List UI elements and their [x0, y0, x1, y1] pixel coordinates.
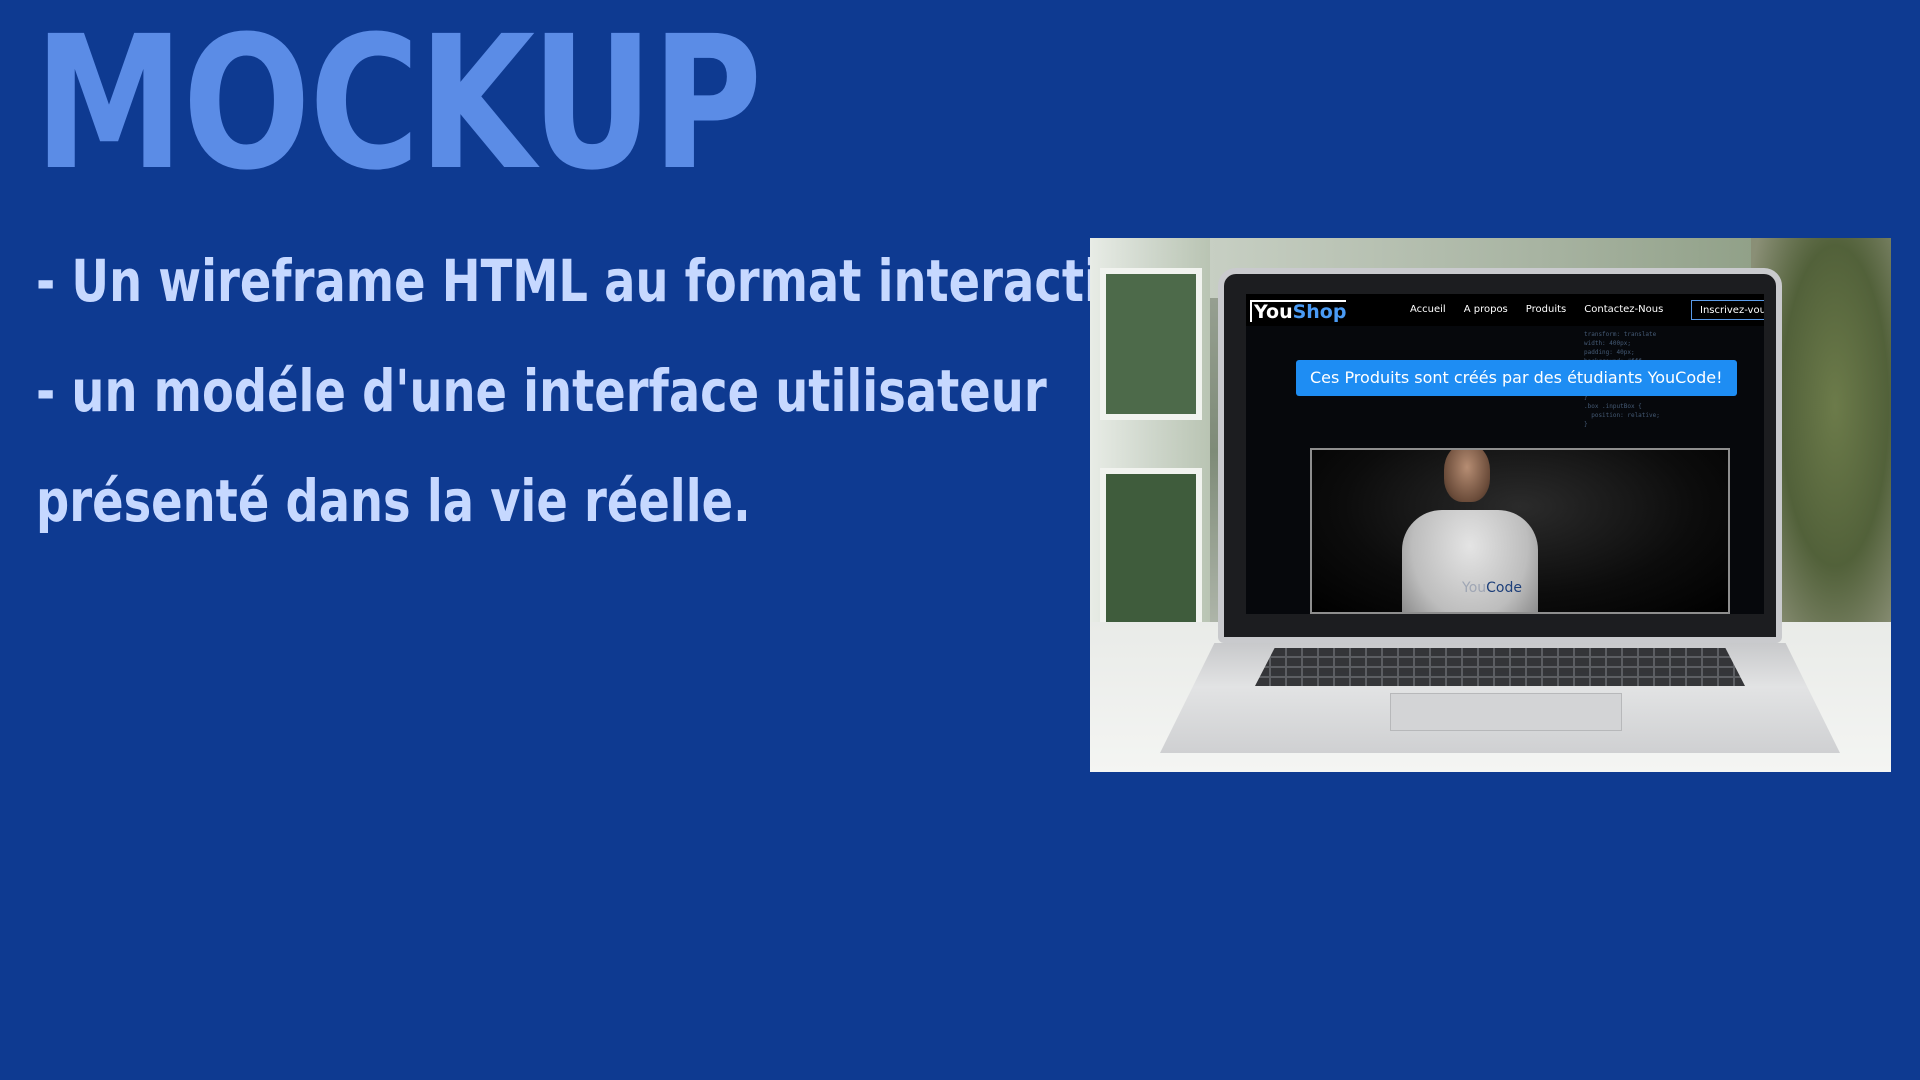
laptop-trackpad	[1390, 693, 1622, 731]
site-logo[interactable]: YouShop	[1250, 300, 1347, 323]
signup-button[interactable]: Inscrivez-vous	[1691, 300, 1764, 320]
nav-item-produits[interactable]: Produits	[1526, 304, 1566, 315]
slide: MOCKUP - Un wireframe HTML au format int…	[0, 0, 1920, 1080]
laptop-screen: transform: translate width: 400px; paddi…	[1246, 294, 1764, 614]
logo-accent-text: Shop	[1292, 301, 1347, 323]
bullet-list: - Un wireframe HTML au format interactif…	[36, 226, 1136, 556]
laptop-mockup-photo: transform: translate width: 400px; paddi…	[1090, 238, 1891, 772]
nav-item-contactez-nous[interactable]: Contactez-Nous	[1584, 304, 1663, 315]
shirt-logo: YouCode	[1462, 580, 1522, 596]
site-navbar: YouShop Accueil A propos Produits Contac…	[1246, 294, 1764, 326]
bullet-item-2: - un modéle d'une interface utilisateur	[36, 357, 1047, 425]
hero-image: YouCode	[1310, 448, 1730, 614]
person-shirt	[1402, 510, 1538, 612]
slide-title: MOCKUP	[34, 0, 762, 211]
laptop-keyboard	[1255, 648, 1745, 686]
logo-main-text: You	[1254, 301, 1293, 323]
bullet-item-1: - Un wireframe HTML au format interactif…	[36, 247, 1136, 315]
bullet-item-3: présenté dans la vie réelle.	[36, 467, 751, 535]
nav-item-accueil[interactable]: Accueil	[1410, 304, 1446, 315]
person-head	[1444, 450, 1490, 502]
nav-menu: Accueil A propos Produits Contactez-Nous	[1410, 304, 1663, 315]
hero-banner: Ces Produits sont créés par des étudiant…	[1296, 360, 1737, 396]
nav-item-a-propos[interactable]: A propos	[1464, 304, 1508, 315]
laptop-lid: transform: translate width: 400px; paddi…	[1218, 268, 1782, 643]
shirt-logo-you: You	[1462, 580, 1487, 596]
shirt-logo-code: Code	[1486, 580, 1522, 596]
